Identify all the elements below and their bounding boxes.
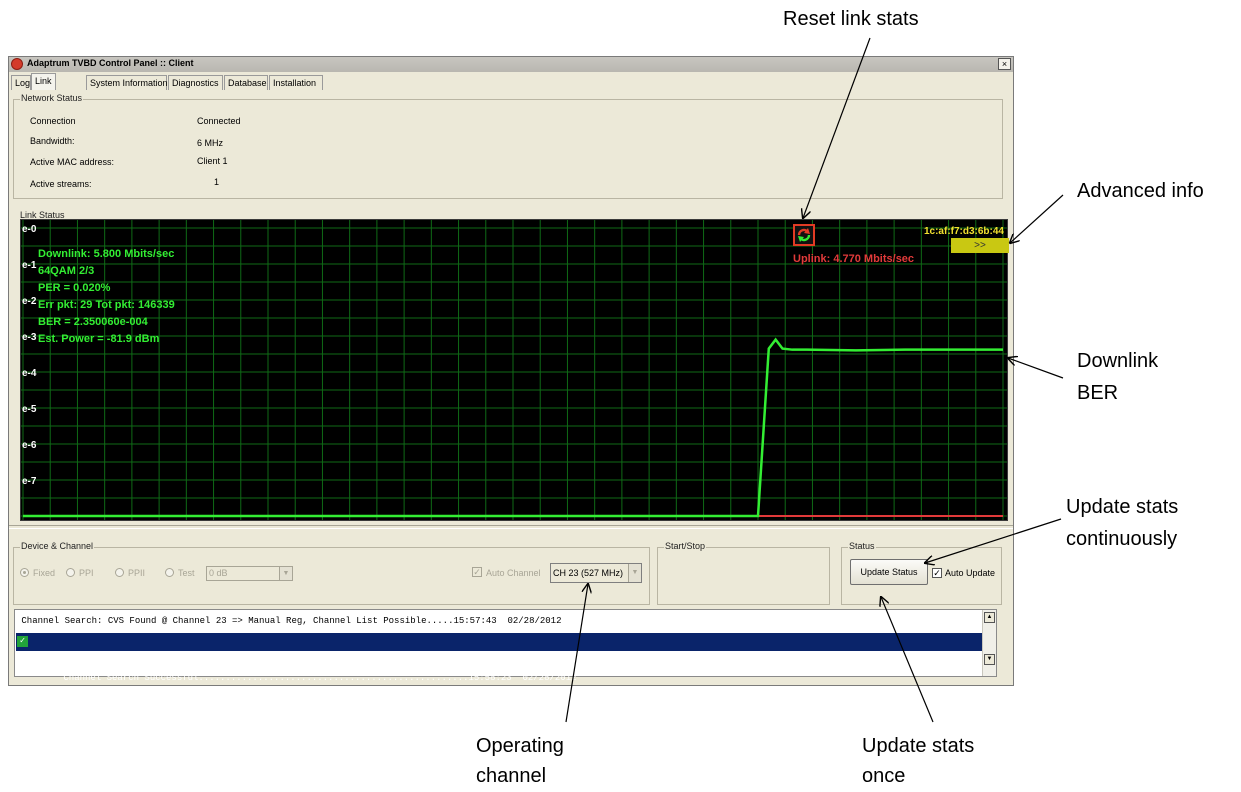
arrow-advanced <box>1010 194 1064 243</box>
arrow-downlink-ber <box>1008 358 1064 379</box>
callout-arrows <box>565 37 1064 723</box>
arrow-update-once <box>881 597 934 723</box>
arrow-auto-update <box>925 518 1062 563</box>
arrow-reset <box>803 37 871 218</box>
arrow-operating-channel <box>565 584 588 723</box>
